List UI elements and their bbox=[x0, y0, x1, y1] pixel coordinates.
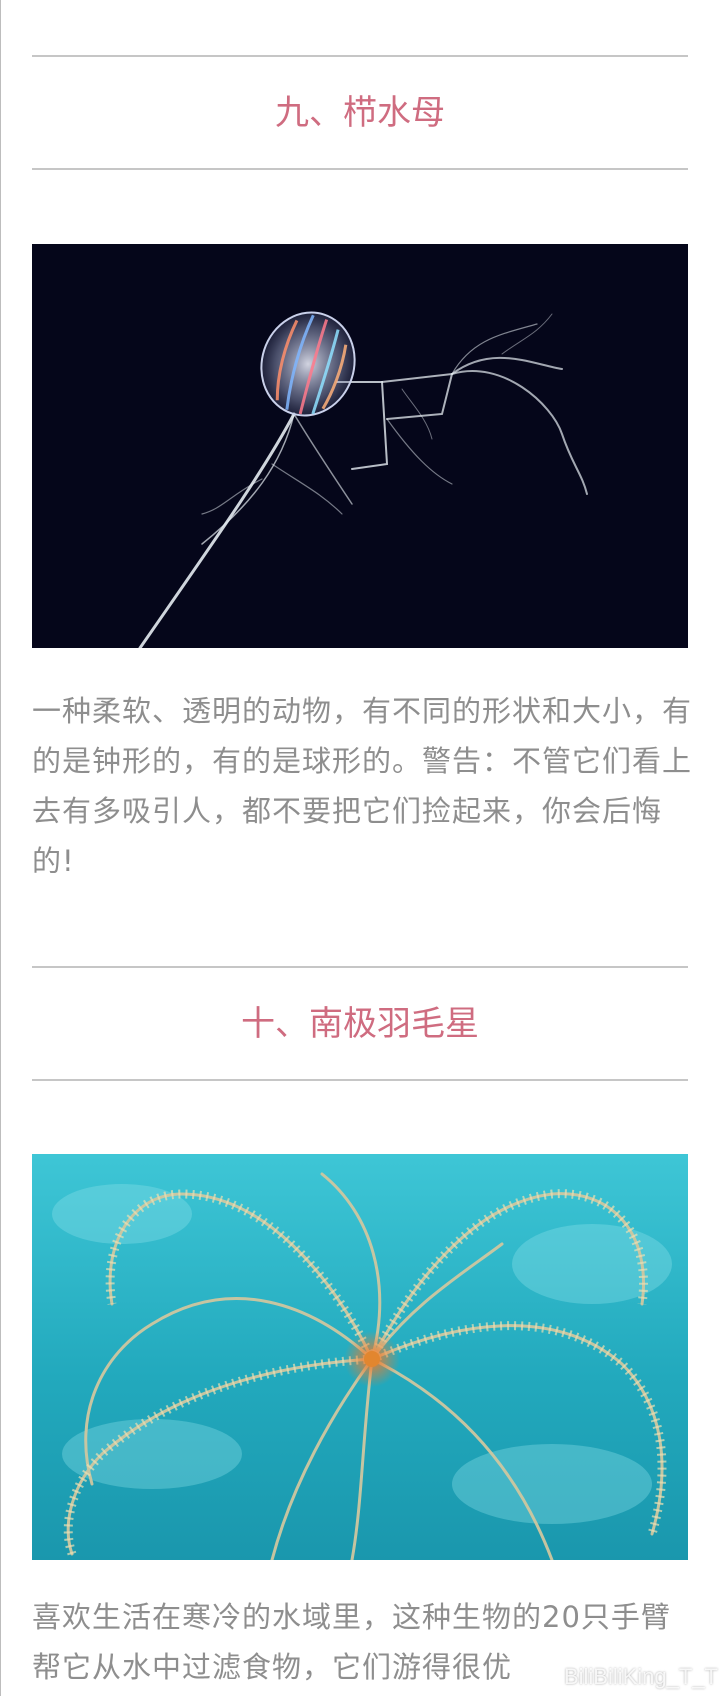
section-10-top-rule bbox=[32, 966, 688, 968]
section-9-heading: 九、栉水母 bbox=[275, 93, 445, 133]
watermark-text: BiliBiliKing_T_T bbox=[563, 1664, 718, 1689]
feather-star-image[interactable] bbox=[32, 1154, 688, 1560]
section-10-bottom-rule bbox=[32, 1079, 688, 1081]
section-9-description: 一种柔软、透明的动物，有不同的形状和大小，有的是钟形的，有的是球形的。警告：不管… bbox=[32, 694, 693, 878]
section-9-top-rule bbox=[32, 55, 688, 57]
section-10-heading: 十、南极羽毛星 bbox=[241, 1004, 479, 1044]
page-left-edge bbox=[0, 0, 1, 1696]
section-9-bottom-rule bbox=[32, 168, 688, 170]
comb-jellyfish-image[interactable] bbox=[32, 244, 688, 648]
